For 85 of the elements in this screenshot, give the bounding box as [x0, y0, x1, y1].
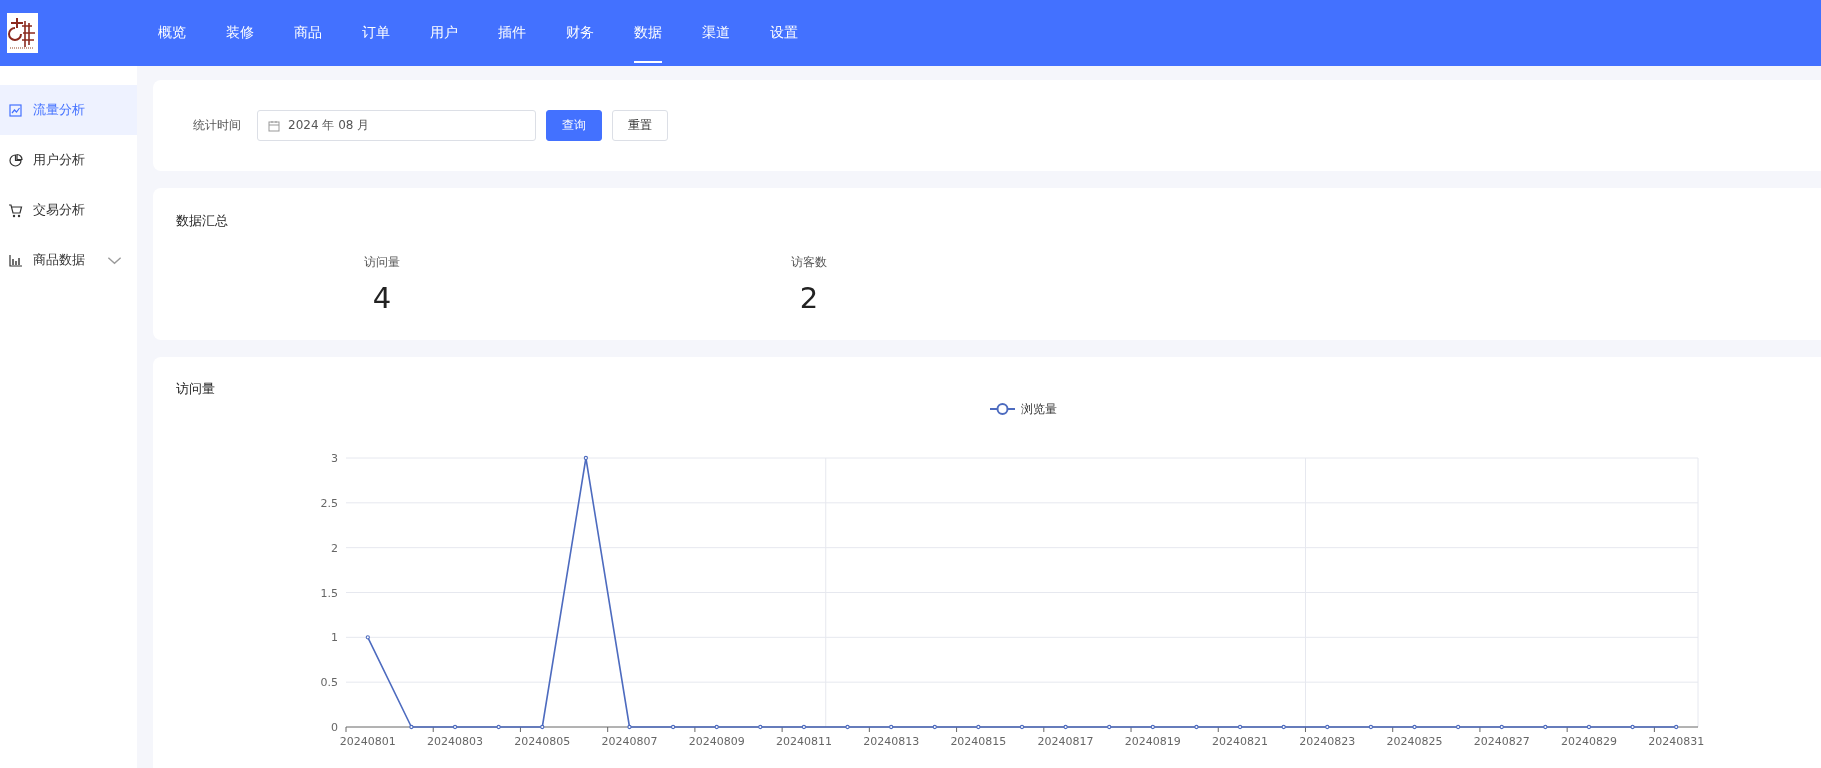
data-point — [409, 724, 414, 730]
pie-chart-icon — [8, 152, 23, 168]
nav-tab[interactable]: 插件 — [478, 0, 546, 66]
y-axis-label: 2.5 — [320, 496, 338, 510]
stat-value: 2 — [799, 281, 819, 315]
x-axis-label: 20240809 — [688, 735, 745, 748]
calendar-icon — [268, 119, 280, 132]
x-axis-label: 20240801 — [339, 735, 396, 748]
line-chart-icon — [8, 102, 23, 118]
y-axis-label: 2 — [331, 541, 338, 555]
x-axis-label: 20240813 — [863, 735, 920, 748]
nav-tab[interactable]: 商品 — [274, 0, 342, 66]
sidebar-item[interactable]: 商品数据 — [0, 235, 137, 285]
field-label: 统计时间 — [193, 117, 241, 134]
section-title: 访问量 — [176, 380, 216, 398]
data-point — [627, 724, 632, 730]
data-point — [1630, 724, 1635, 730]
bar-chart-icon — [8, 252, 23, 268]
stat-label: 访客数 — [791, 254, 827, 271]
cart-icon — [8, 202, 23, 218]
nav-tab[interactable]: 订单 — [342, 0, 410, 66]
stat-label: 访问量 — [364, 254, 400, 271]
legend-icon[interactable] — [989, 403, 1016, 415]
nav-tab[interactable]: 数据 — [614, 0, 682, 66]
x-axis-label: 20240815 — [950, 735, 1007, 748]
x-axis-label: 20240823 — [1299, 735, 1356, 748]
data-point — [889, 724, 894, 730]
nav-tab[interactable]: 财务 — [546, 0, 614, 66]
data-point — [365, 635, 370, 640]
data-point — [540, 724, 545, 730]
x-axis-label: 20240807 — [601, 735, 658, 748]
x-axis-label: 20240829 — [1560, 735, 1617, 748]
y-axis-label: 0 — [331, 721, 338, 734]
data-point — [714, 724, 719, 730]
data-point — [1674, 724, 1679, 730]
data-point — [452, 724, 458, 730]
query-button[interactable]: 查询 — [546, 110, 602, 141]
data-point — [845, 724, 850, 730]
data-point — [1150, 724, 1155, 730]
nav-tab[interactable]: 装修 — [206, 0, 274, 66]
y-axis-label: 0.5 — [320, 676, 338, 690]
data-point — [801, 724, 807, 730]
data-point — [1499, 724, 1504, 730]
nav-tab[interactable]: 设置 — [750, 0, 818, 66]
x-axis-label: 20240831 — [1648, 735, 1705, 748]
y-axis-label: 3 — [331, 452, 338, 465]
data-point — [1019, 724, 1025, 730]
data-point — [976, 724, 981, 730]
x-axis-label: 20240811 — [775, 735, 832, 748]
data-point — [1543, 724, 1548, 730]
x-axis-label: 20240825 — [1386, 735, 1443, 748]
nav-tab[interactable]: 用户 — [410, 0, 478, 66]
x-axis-label: 20240819 — [1124, 735, 1181, 748]
x-axis-label: 20240803 — [427, 735, 484, 748]
data-point — [758, 724, 763, 730]
x-axis-label: 20240805 — [514, 735, 571, 748]
x-axis-label: 20240817 — [1037, 735, 1094, 748]
data-point — [932, 724, 937, 730]
data-point — [496, 724, 501, 730]
stat-value: 4 — [372, 281, 392, 315]
data-point — [1063, 724, 1068, 730]
data-point — [1281, 724, 1286, 730]
data-point — [670, 724, 676, 730]
sidebar-item[interactable]: 用户分析 — [0, 135, 137, 185]
data-point — [1194, 724, 1199, 730]
legend-label[interactable]: 浏览量 — [1021, 402, 1057, 416]
data-point — [1107, 724, 1112, 730]
sidebar-item[interactable]: 流量分析 — [0, 85, 137, 135]
data-point — [1325, 724, 1330, 730]
data-point — [1368, 724, 1374, 730]
data-point — [1237, 724, 1243, 730]
x-axis-label: 20240821 — [1212, 735, 1269, 748]
y-axis-label: 1 — [331, 631, 338, 645]
data-point — [583, 455, 588, 461]
y-axis-label: 1.5 — [320, 586, 338, 600]
sidebar-item[interactable]: 交易分析 — [0, 185, 137, 235]
data-point — [1412, 724, 1417, 730]
reset-button[interactable]: 重置 — [612, 110, 668, 141]
nav-tab[interactable]: 渠道 — [682, 0, 750, 66]
x-axis-label: 20240827 — [1473, 735, 1530, 748]
data-point — [1586, 724, 1592, 730]
date-field[interactable]: 2024 年 08 月 — [257, 110, 536, 141]
section-title: 数据汇总 — [176, 212, 229, 230]
data-point — [1456, 724, 1461, 730]
nav-tab[interactable]: 概览 — [138, 0, 206, 66]
